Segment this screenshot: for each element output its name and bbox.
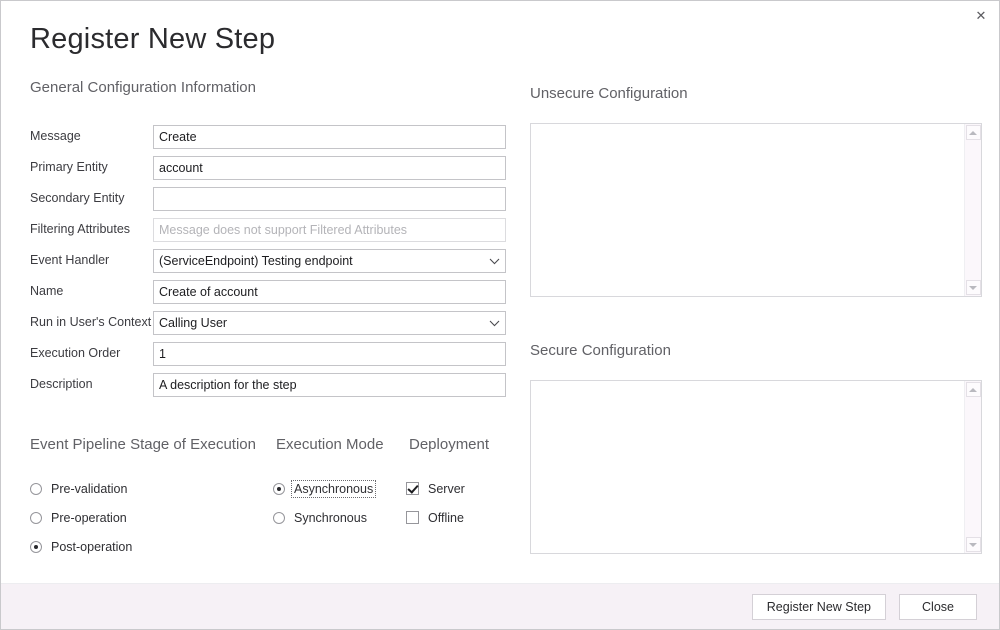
form-row-filtering-attributes: Filtering Attributes <box>30 218 506 249</box>
event-handler-select[interactable]: (ServiceEndpoint) Testing endpoint <box>153 249 506 273</box>
chevron-down-icon <box>483 320 505 327</box>
label-filtering-attributes: Filtering Attributes <box>30 222 130 236</box>
execution-order-input[interactable] <box>153 342 506 366</box>
page-title: Register New Step <box>30 23 275 56</box>
deployment-heading: Deployment <box>409 436 489 453</box>
label-execution-order: Execution Order <box>30 346 120 360</box>
unsecure-configuration-box <box>530 123 982 297</box>
execution-mode-heading: Execution Mode <box>276 436 384 453</box>
checkbox-offline[interactable]: Offline <box>406 503 467 532</box>
close-button[interactable]: Close <box>899 594 977 620</box>
radio-pre-operation[interactable]: Pre-operation <box>30 503 134 532</box>
unsecure-configuration-scrollbar[interactable] <box>964 124 981 296</box>
radio-icon <box>273 512 285 524</box>
event-pipeline-stage-heading: Event Pipeline Stage of Execution <box>30 436 256 453</box>
primary-entity-input[interactable] <box>153 156 506 180</box>
label-run-in-users-context: Run in User's Context <box>30 315 151 329</box>
scroll-down-icon[interactable] <box>966 537 981 552</box>
radio-pre-validation[interactable]: Pre-validation <box>30 474 134 503</box>
scroll-down-icon[interactable] <box>966 280 981 295</box>
event-handler-value: (ServiceEndpoint) Testing endpoint <box>154 254 483 268</box>
message-input[interactable] <box>153 125 506 149</box>
radio-post-operation[interactable]: Post-operation <box>30 532 134 561</box>
form-row-run-in-users-context: Run in User's Context Calling User <box>30 311 506 342</box>
scroll-up-icon[interactable] <box>966 125 981 140</box>
event-pipeline-stage-group: Pre-validation Pre-operation Post-operat… <box>30 474 134 561</box>
radio-label: Asynchronous <box>292 481 375 497</box>
form-row-primary-entity: Primary Entity <box>30 156 506 187</box>
radio-label: Pre-operation <box>49 510 129 526</box>
secure-configuration-box <box>530 380 982 554</box>
execution-mode-group: Asynchronous Synchronous <box>273 474 375 532</box>
checkbox-label: Server <box>426 481 467 497</box>
checkbox-server[interactable]: Server <box>406 474 467 503</box>
radio-icon-selected <box>273 483 285 495</box>
secure-configuration-heading: Secure Configuration <box>530 342 671 359</box>
form-row-execution-order: Execution Order <box>30 342 506 373</box>
filtering-attributes-input[interactable] <box>153 218 506 242</box>
name-input[interactable] <box>153 280 506 304</box>
chevron-down-icon <box>483 258 505 265</box>
close-icon[interactable]: ✕ <box>966 3 996 27</box>
label-name: Name <box>30 284 63 298</box>
general-configuration-heading: General Configuration Information <box>30 79 256 96</box>
label-description: Description <box>30 377 93 391</box>
scroll-up-icon[interactable] <box>966 382 981 397</box>
run-in-users-context-value: Calling User <box>154 316 483 330</box>
label-message: Message <box>30 129 81 143</box>
secure-configuration-textarea[interactable] <box>531 381 964 553</box>
checkbox-icon <box>406 511 419 524</box>
register-new-step-dialog: ✕ Register New Step General Configuratio… <box>0 0 1000 630</box>
unsecure-configuration-heading: Unsecure Configuration <box>530 85 688 102</box>
radio-label: Pre-validation <box>49 481 129 497</box>
form-row-name: Name <box>30 280 506 311</box>
dialog-footer: Register New Step Close <box>1 583 999 629</box>
radio-synchronous[interactable]: Synchronous <box>273 503 375 532</box>
label-primary-entity: Primary Entity <box>30 160 108 174</box>
form-row-description: Description <box>30 373 506 404</box>
radio-icon <box>30 483 42 495</box>
unsecure-configuration-textarea[interactable] <box>531 124 964 296</box>
label-event-handler: Event Handler <box>30 253 109 267</box>
radio-icon <box>30 512 42 524</box>
secondary-entity-input[interactable] <box>153 187 506 211</box>
deployment-group: Server Offline <box>406 474 467 532</box>
checkbox-label: Offline <box>426 510 466 526</box>
register-new-step-button[interactable]: Register New Step <box>752 594 886 620</box>
label-secondary-entity: Secondary Entity <box>30 191 125 205</box>
form-row-secondary-entity: Secondary Entity <box>30 187 506 218</box>
run-in-users-context-select[interactable]: Calling User <box>153 311 506 335</box>
checkmark-icon <box>406 482 419 495</box>
form-row-message: Message <box>30 125 506 156</box>
general-configuration-form: Message Primary Entity Secondary Entity … <box>30 125 506 404</box>
description-input[interactable] <box>153 373 506 397</box>
radio-icon-selected <box>30 541 42 553</box>
form-row-event-handler: Event Handler (ServiceEndpoint) Testing … <box>30 249 506 280</box>
radio-label: Post-operation <box>49 539 134 555</box>
radio-label: Synchronous <box>292 510 369 526</box>
secure-configuration-scrollbar[interactable] <box>964 381 981 553</box>
radio-asynchronous[interactable]: Asynchronous <box>273 474 375 503</box>
